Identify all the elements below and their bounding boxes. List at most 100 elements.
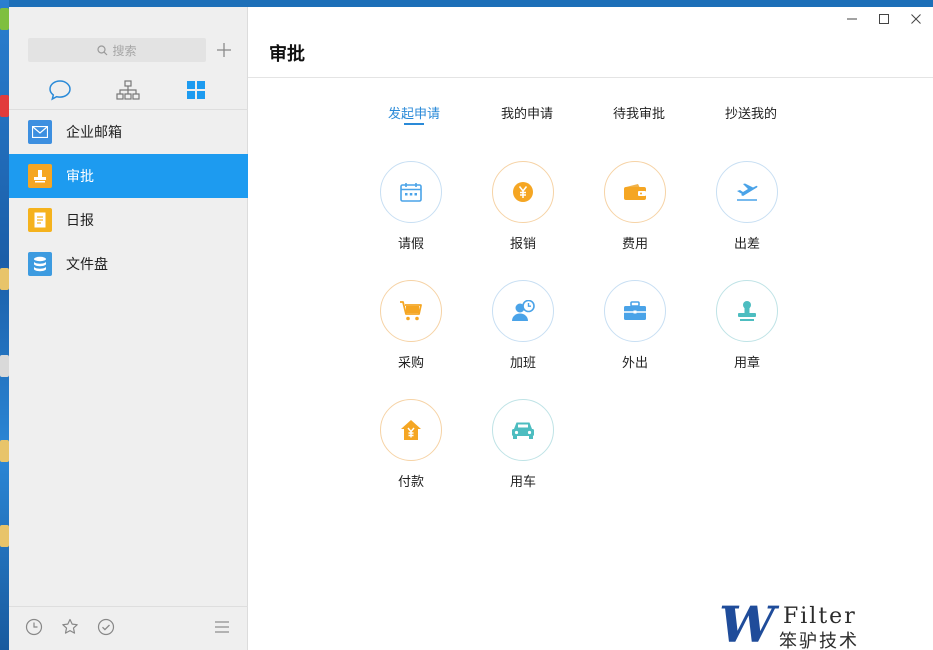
watermark-text-cn: 笨驴技术 xyxy=(779,631,859,650)
plus-icon xyxy=(217,43,231,57)
sidebar-item-approval[interactable]: 审批 xyxy=(9,154,248,198)
watermark-w-logo: W xyxy=(719,595,776,650)
briefcase-icon xyxy=(624,301,646,320)
sidebar-nav xyxy=(9,75,248,109)
maximize-icon xyxy=(879,14,889,24)
grid-apps-icon xyxy=(187,81,205,99)
app-circle xyxy=(604,161,666,223)
app-label: 请假 xyxy=(397,237,424,252)
tab-my-requests[interactable]: 我的申请 xyxy=(501,103,553,122)
divider xyxy=(248,77,933,78)
app-label: 付款 xyxy=(397,475,424,490)
desktop-icon[interactable] xyxy=(0,8,9,30)
nav-contacts[interactable] xyxy=(113,75,143,105)
sidebar-footer xyxy=(9,606,248,650)
sidebar-item-label: 文件盘 xyxy=(66,257,108,273)
app-circle xyxy=(492,161,554,223)
tab-cc-to-me[interactable]: 抄送我的 xyxy=(725,103,777,122)
car-icon xyxy=(512,422,534,439)
sidebar-item-report[interactable]: 日报 xyxy=(9,198,248,242)
window-controls xyxy=(843,11,925,27)
search-input[interactable]: 搜索 xyxy=(28,38,206,62)
history-button[interactable] xyxy=(24,617,44,637)
minimize-button[interactable] xyxy=(843,11,861,27)
tab-bar: 发起申请 我的申请 待我审批 抄送我的 xyxy=(248,103,933,129)
tasks-button[interactable] xyxy=(96,617,116,637)
app-circle xyxy=(492,280,554,342)
app-label: 用章 xyxy=(733,356,760,371)
yuan-coin-icon xyxy=(513,182,533,202)
sidebar-item-label: 审批 xyxy=(66,169,94,185)
tab-active-indicator xyxy=(404,123,424,125)
app-seal[interactable]: 用章 xyxy=(707,280,787,380)
app-circle xyxy=(604,280,666,342)
cart-icon xyxy=(400,301,422,321)
app-circle xyxy=(380,280,442,342)
calendar-icon xyxy=(400,183,422,202)
menu-button[interactable] xyxy=(212,617,232,637)
add-button[interactable] xyxy=(212,38,236,62)
app-expense[interactable]: 费用 xyxy=(595,161,675,261)
maximize-button[interactable] xyxy=(875,11,893,27)
desktop-icon[interactable] xyxy=(0,355,9,377)
seal-icon xyxy=(738,301,756,321)
wallet-icon xyxy=(624,184,646,200)
app-purchase[interactable]: 采购 xyxy=(371,280,451,380)
app-go-out[interactable]: 外出 xyxy=(595,280,675,380)
app-label: 用车 xyxy=(509,475,536,490)
hamburger-menu-icon xyxy=(215,621,229,633)
app-leave[interactable]: 请假 xyxy=(371,161,451,261)
search-icon xyxy=(97,44,108,55)
main-panel: 审批 发起申请 我的申请 待我审批 抄送我的 请假 报销 费用 出差 采购 加班… xyxy=(248,7,933,650)
mail-icon xyxy=(28,120,52,144)
app-label: 加班 xyxy=(509,356,536,371)
page-title: 审批 xyxy=(269,44,305,65)
airplane-icon xyxy=(737,183,758,201)
search-placeholder: 搜索 xyxy=(112,43,137,58)
desktop-icon[interactable] xyxy=(0,268,9,290)
tab-start-request[interactable]: 发起申请 xyxy=(388,103,440,122)
sidebar-item-files[interactable]: 文件盘 xyxy=(9,242,248,286)
nav-messages[interactable] xyxy=(45,75,75,105)
favorites-button[interactable] xyxy=(60,617,80,637)
app-circle xyxy=(716,161,778,223)
overtime-icon xyxy=(512,300,535,321)
payment-house-icon xyxy=(401,420,421,440)
app-label: 费用 xyxy=(621,237,648,252)
nav-workbench[interactable] xyxy=(181,75,211,105)
app-circle xyxy=(716,280,778,342)
sidebar-item-label: 企业邮箱 xyxy=(66,125,122,141)
app-overtime[interactable]: 加班 xyxy=(483,280,563,380)
close-icon xyxy=(911,14,921,24)
desktop-icon[interactable] xyxy=(0,95,9,117)
app-label: 报销 xyxy=(509,237,536,252)
tab-pending-approval[interactable]: 待我审批 xyxy=(613,103,665,122)
app-circle xyxy=(380,399,442,461)
desktop-background xyxy=(0,0,9,650)
app-payment[interactable]: 付款 xyxy=(371,399,451,499)
desktop-icon[interactable] xyxy=(0,525,9,547)
app-label: 外出 xyxy=(621,356,648,371)
app-circle xyxy=(380,161,442,223)
desktop-icon[interactable] xyxy=(0,440,9,462)
sidebar-item-label: 日报 xyxy=(66,213,94,229)
app-label: 出差 xyxy=(733,237,760,252)
sidebar-item-mail[interactable]: 企业邮箱 xyxy=(9,110,248,154)
report-icon xyxy=(28,208,52,232)
app-window: 搜索 企业邮箱 审批 日报 文件盘 审批 发起申请 我的申请 待我审批 抄送我的… xyxy=(9,7,933,650)
clock-icon xyxy=(25,618,43,636)
check-circle-icon xyxy=(97,618,115,636)
app-circle xyxy=(492,399,554,461)
org-chart-icon xyxy=(116,80,140,100)
app-label: 采购 xyxy=(397,356,424,371)
watermark-text: Filter xyxy=(783,604,857,629)
stamp-icon xyxy=(28,164,52,188)
close-button[interactable] xyxy=(907,11,925,27)
chat-bubble-icon xyxy=(49,80,71,101)
database-icon xyxy=(28,252,52,276)
minimize-icon xyxy=(847,18,857,20)
app-use-car[interactable]: 用车 xyxy=(483,399,563,499)
watermark-logo: W Filter 笨驴技术 xyxy=(713,600,933,650)
app-reimburse[interactable]: 报销 xyxy=(483,161,563,261)
app-business-trip[interactable]: 出差 xyxy=(707,161,787,261)
